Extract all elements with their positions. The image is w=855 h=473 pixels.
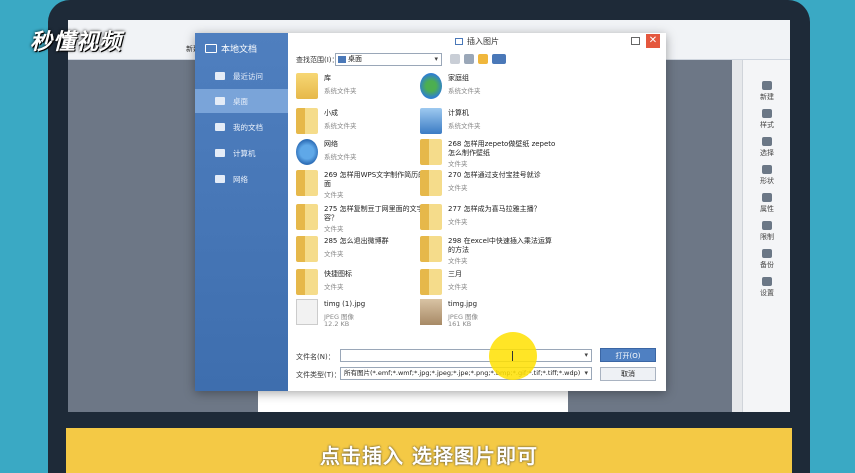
folder-icon xyxy=(296,269,318,295)
gear-icon xyxy=(762,277,772,286)
list-item[interactable]: 298 在excel中快速插入乘法运算的方法 文件夹 xyxy=(416,234,596,266)
restrict-icon xyxy=(762,221,772,230)
subtitle-text: 点击插入 选择图片即可 xyxy=(320,444,538,468)
dialog-title: 插入图片 xyxy=(288,33,666,51)
desktop-folder-icon xyxy=(338,56,346,63)
folder-icon xyxy=(420,139,442,165)
select-icon xyxy=(762,137,772,146)
recent-icon xyxy=(215,72,225,80)
dialog-sidebar: 本地文档 最近访问 桌面 我的文档 计算机 网络 xyxy=(195,33,288,391)
maximize-icon[interactable] xyxy=(631,37,640,45)
cursor-highlight xyxy=(489,332,537,380)
list-item[interactable]: 270 怎样通过支付宝挂号就诊 文件夹 xyxy=(416,168,596,200)
new-icon xyxy=(762,81,772,90)
user-folder-icon xyxy=(296,108,318,134)
watermark-logo: 秒懂视频 xyxy=(30,30,123,55)
cancel-button[interactable]: 取消 xyxy=(600,367,656,381)
back-icon[interactable] xyxy=(450,54,460,64)
list-item[interactable]: 计算机 系统文件夹 xyxy=(416,106,596,138)
sidebar-item-my-documents[interactable]: 我的文档 xyxy=(195,115,288,139)
rp-properties-button[interactable]: 属性 xyxy=(743,190,790,216)
sidebar-title: 本地文档 xyxy=(205,42,257,55)
list-item[interactable]: 家庭组 系统文件夹 xyxy=(416,71,596,103)
vertical-scrollbar[interactable] xyxy=(732,60,742,412)
up-folder-icon[interactable] xyxy=(464,54,474,64)
backup-icon xyxy=(762,249,772,258)
filename-input[interactable]: ▾ xyxy=(340,349,592,362)
computer-icon xyxy=(215,149,225,157)
sidebar-item-recent[interactable]: 最近访问 xyxy=(195,64,288,88)
folder-icon xyxy=(296,170,318,196)
folder-icon xyxy=(420,170,442,196)
rp-restrict-button[interactable]: 限制 xyxy=(743,218,790,244)
properties-icon xyxy=(762,193,772,202)
lookin-label: 查找范围(I)： xyxy=(296,56,339,64)
sidebar-item-desktop[interactable]: 桌面 xyxy=(195,89,288,113)
filename-label: 文件名(N)： xyxy=(296,353,335,361)
sidebar-item-computer[interactable]: 计算机 xyxy=(195,141,288,165)
rp-style-button[interactable]: 样式 xyxy=(743,106,790,132)
folder-icon xyxy=(420,236,442,262)
folder-icon xyxy=(420,204,442,230)
rp-backup-button[interactable]: 备份 xyxy=(743,246,790,272)
shape-icon xyxy=(762,165,772,174)
subtitle-bar: 点击插入 选择图片即可 xyxy=(66,428,792,473)
picture-icon xyxy=(455,38,463,45)
filetype-select[interactable]: 所有图片(*.emf;*.wmf;*.jpg;*.jpeg;*.jpe;*.pn… xyxy=(340,367,592,380)
network-icon xyxy=(296,139,318,165)
list-item[interactable]: 277 怎样成为喜马拉雅主播？ 文件夹 xyxy=(416,202,596,234)
sidebar-item-network[interactable]: 网络 xyxy=(195,167,288,191)
file-list: 库 系统文件夹 小成 系统文件夹 网络 系统文件夹 269 怎样用WPS文字制作… xyxy=(288,71,666,341)
chevron-down-icon: ▾ xyxy=(584,351,588,359)
computer-icon xyxy=(420,108,442,134)
close-icon[interactable]: ✕ xyxy=(646,34,660,48)
ibeam-cursor-icon xyxy=(512,351,513,361)
rp-settings-button[interactable]: 设置 xyxy=(743,274,790,300)
image-thumb-icon xyxy=(296,299,318,325)
right-task-panel: 新建 样式 选择 形状 属性 限制 备份 设置 xyxy=(742,60,790,412)
homegroup-icon xyxy=(420,73,442,99)
list-item[interactable]: 268 怎样用zepeto做壁纸 zepeto怎么制作壁纸 文件夹 xyxy=(416,137,596,169)
dialog-main: 插入图片 ✕ 查找范围(I)： 桌面 ▾ 库 系统文件夹 小成 系统文件夹 网络… xyxy=(288,33,666,391)
new-folder-icon[interactable] xyxy=(478,54,488,64)
folder-icon xyxy=(296,236,318,262)
style-icon xyxy=(762,109,772,118)
library-icon xyxy=(296,73,318,99)
view-menu-icon[interactable] xyxy=(492,54,506,64)
rp-new-button[interactable]: 新建 xyxy=(743,78,790,104)
rp-select-button[interactable]: 选择 xyxy=(743,134,790,160)
filetype-label: 文件类型(T)： xyxy=(296,371,341,379)
folder-icon xyxy=(420,269,442,295)
desktop-icon xyxy=(215,97,225,105)
insert-picture-dialog: 本地文档 最近访问 桌面 我的文档 计算机 网络 插入图片 ✕ 查找范围(I)：… xyxy=(195,33,666,391)
folder-icon xyxy=(296,204,318,230)
documents-icon xyxy=(215,123,225,131)
rp-shape-button[interactable]: 形状 xyxy=(743,162,790,188)
network-icon xyxy=(215,175,225,183)
chevron-down-icon: ▾ xyxy=(434,55,438,63)
list-item[interactable]: timg.jpg JPEG 图像 161 KB xyxy=(416,297,596,337)
list-item[interactable]: 三月 文件夹 xyxy=(416,267,596,299)
monitor-icon xyxy=(205,44,217,53)
image-thumb-icon xyxy=(420,299,442,325)
lookin-select[interactable]: 桌面 ▾ xyxy=(335,53,442,66)
chevron-down-icon: ▾ xyxy=(584,369,588,377)
open-button[interactable]: 打开(O) xyxy=(600,348,656,362)
